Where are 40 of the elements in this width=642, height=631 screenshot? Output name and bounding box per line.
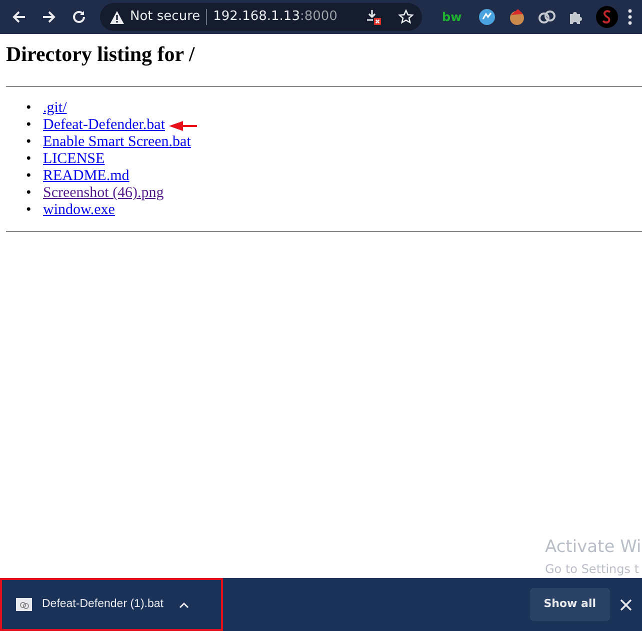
reload-icon[interactable] — [71, 9, 87, 25]
activation-title: Activate Wi — [545, 536, 642, 558]
file-icon — [16, 598, 32, 611]
file-link[interactable]: window.exe — [43, 202, 115, 218]
file-link[interactable]: .git/ — [43, 100, 67, 116]
file-link[interactable]: Defeat-Defender.bat — [43, 117, 166, 134]
back-arrow-icon[interactable] — [11, 9, 27, 25]
address-bar[interactable]: Not secure 192.168.1.13:8000 — [100, 3, 422, 31]
extension-button[interactable]: bw — [438, 8, 466, 26]
list-bullet: • — [26, 134, 32, 152]
cookie-icon[interactable] — [508, 8, 526, 26]
page-heading: Directory listing for / — [6, 42, 196, 68]
extension-icon[interactable] — [538, 9, 556, 25]
blocked-download-icon[interactable] — [366, 9, 382, 25]
puzzle-icon[interactable] — [568, 9, 584, 25]
file-link[interactable]: Enable Smart Screen.bat — [43, 134, 191, 150]
list-bullet: • — [26, 100, 32, 118]
activation-subtitle: Go to Settings t — [545, 561, 640, 578]
star-icon[interactable] — [398, 9, 414, 25]
download-filename: Defeat-Defender (1).bat — [42, 596, 164, 612]
list-bullet: • — [26, 117, 32, 134]
show-all-button[interactable]: Show all — [530, 588, 610, 621]
caret-icon[interactable] — [179, 602, 190, 608]
avatar-icon[interactable] — [596, 6, 618, 28]
file-link[interactable]: LICENSE — [43, 151, 105, 168]
download-item[interactable]: Defeat-Defender (1).bat — [0, 578, 223, 631]
forward-arrow-icon[interactable] — [41, 9, 57, 25]
url-host: 192.168.1.13 — [213, 8, 300, 26]
close-icon[interactable] — [620, 599, 632, 612]
list-bullet: • — [26, 202, 32, 220]
list-bullet: • — [26, 168, 32, 186]
warning-icon — [110, 10, 124, 24]
file-link[interactable]: Screenshot (46).png — [43, 185, 164, 202]
file-link[interactable]: README.md — [43, 168, 130, 184]
extension-icon[interactable] — [478, 8, 496, 26]
menu-icon[interactable] — [628, 9, 632, 25]
url-port: :8000 — [300, 8, 338, 26]
security-label: Not secure — [130, 8, 200, 26]
list-bullet: • — [26, 151, 32, 168]
list-bullet: • — [26, 185, 32, 202]
